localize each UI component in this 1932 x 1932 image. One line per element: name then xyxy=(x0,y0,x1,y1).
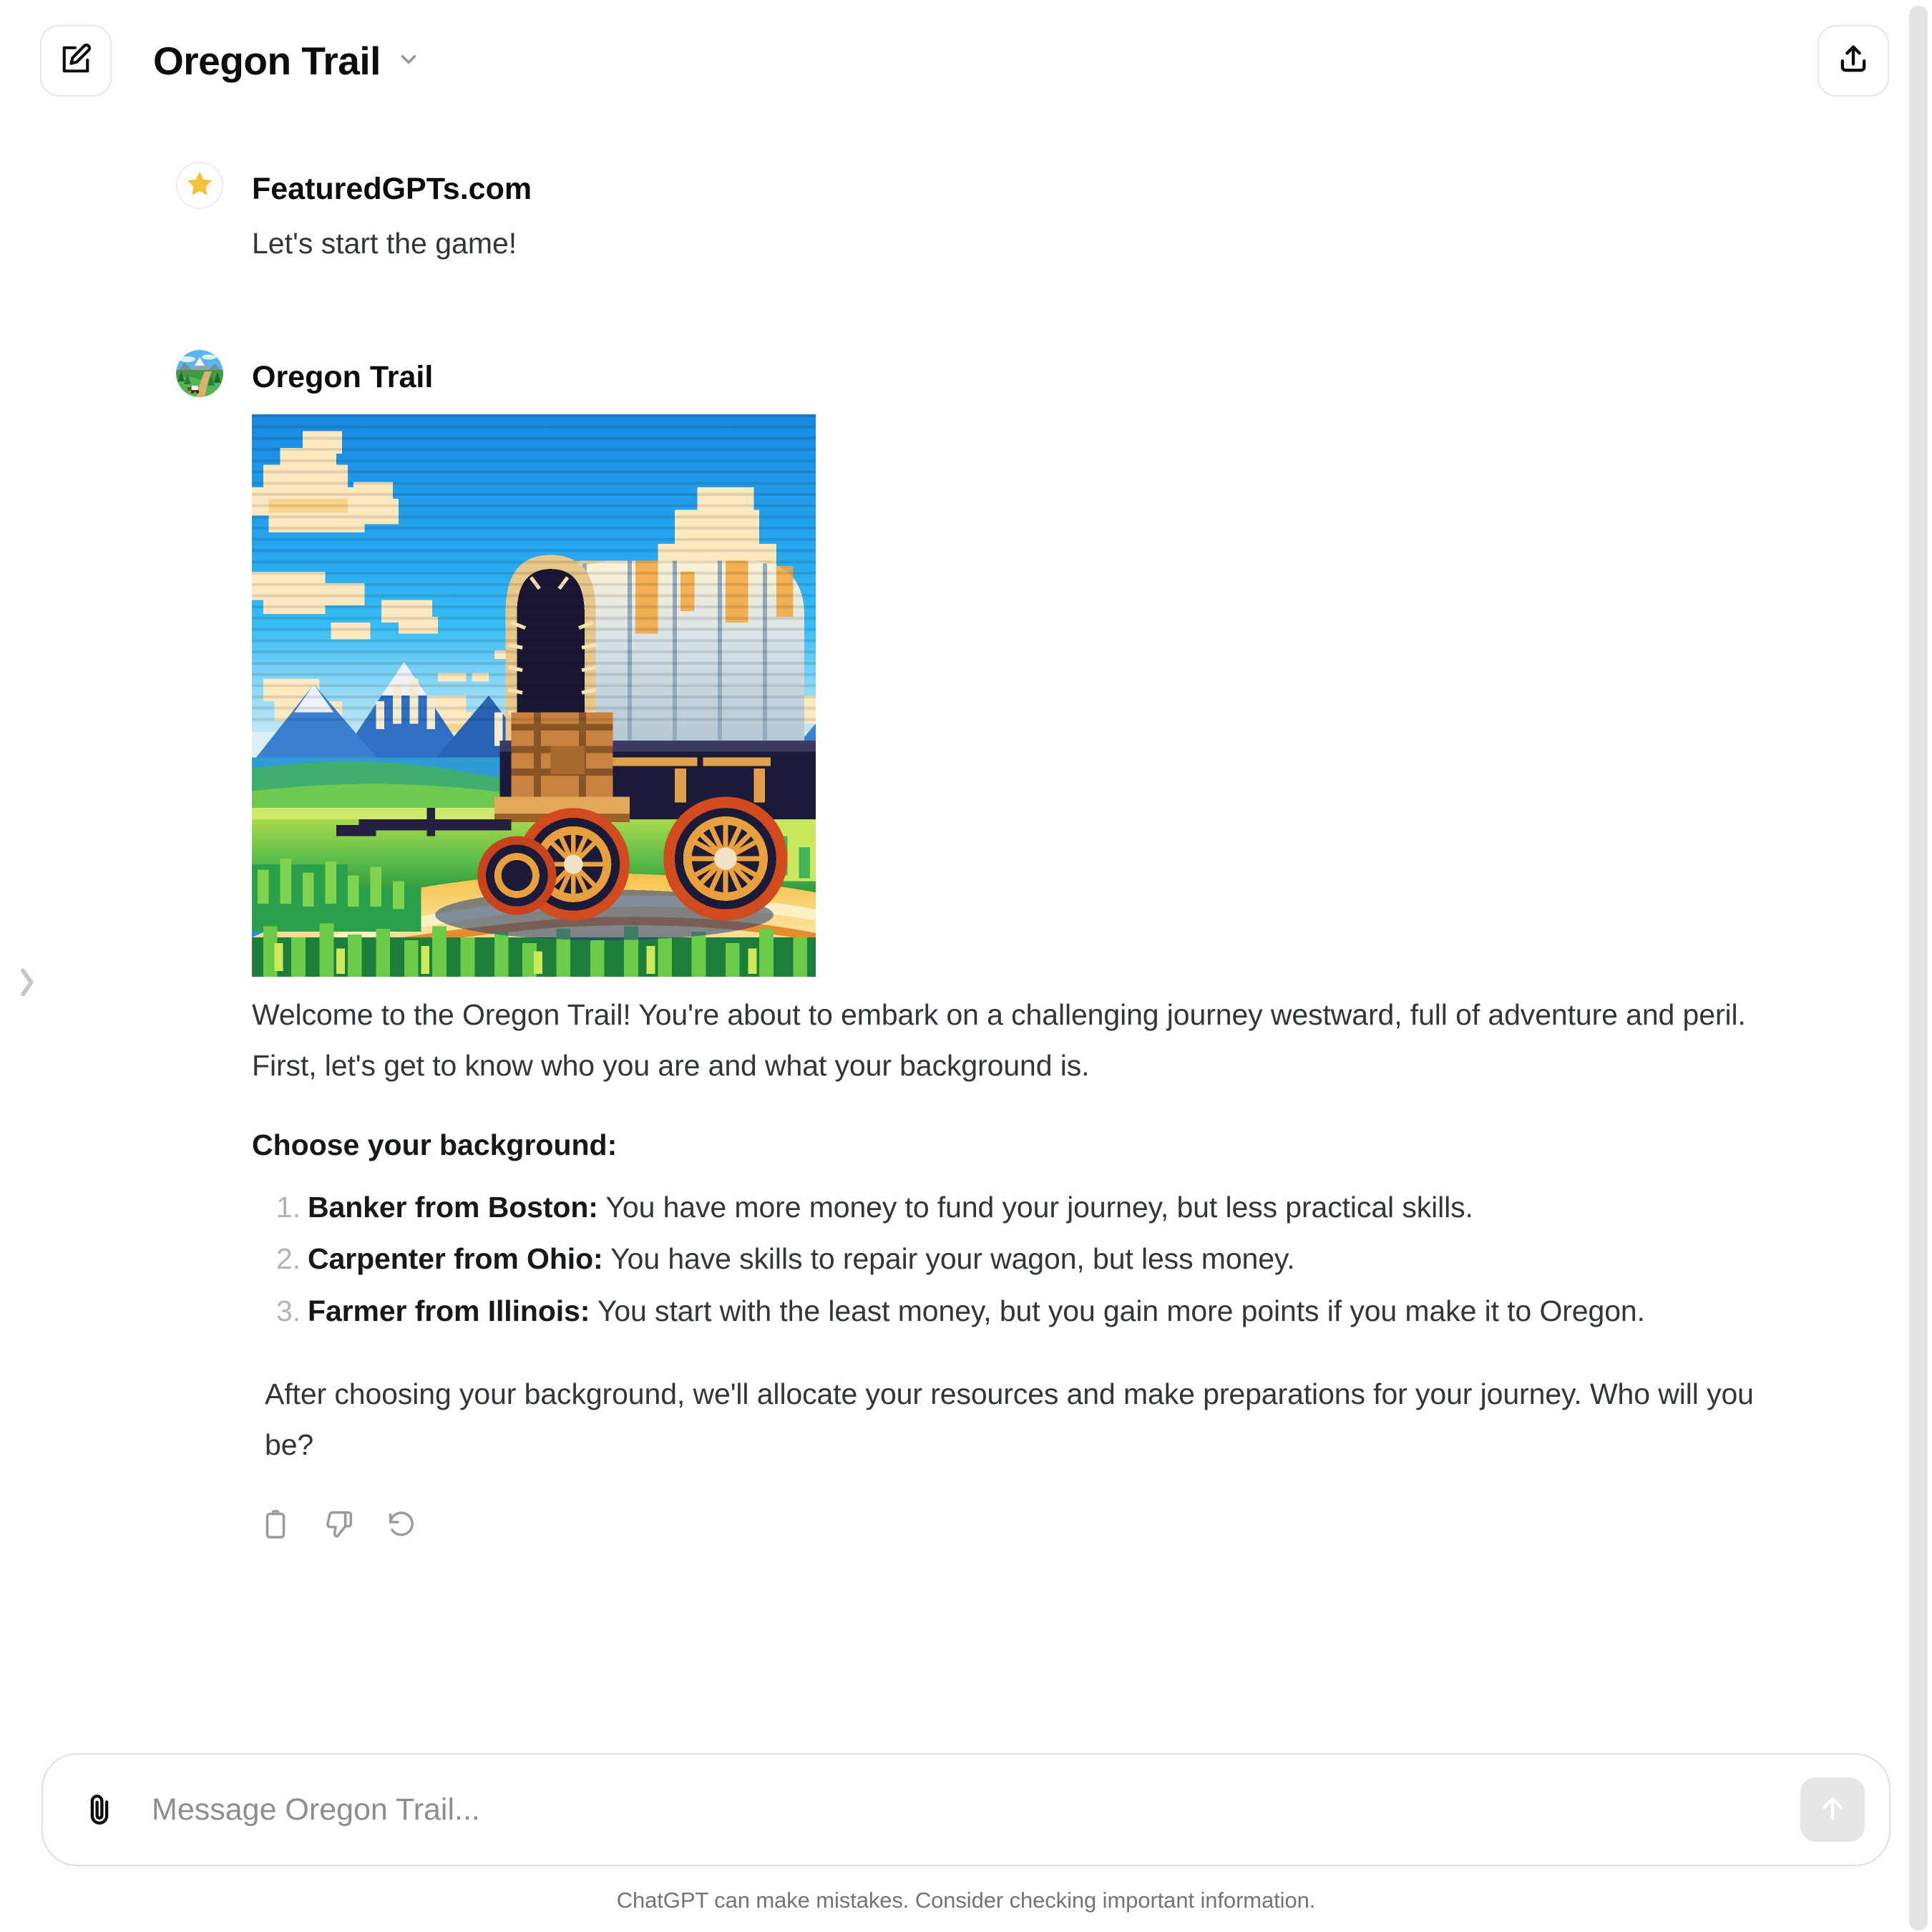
avatar xyxy=(176,350,223,398)
star-icon xyxy=(184,168,215,203)
paperclip-icon[interactable] xyxy=(72,1782,127,1838)
regenerate-icon[interactable] xyxy=(385,1508,418,1541)
thumbs-down-icon[interactable] xyxy=(322,1508,355,1541)
message-user: FeaturedGPTs.com Let's start the game! xyxy=(0,162,1932,264)
composer xyxy=(42,1753,1890,1866)
choose-background-heading: Choose your background: xyxy=(252,1128,618,1162)
generated-image[interactable] xyxy=(252,414,816,977)
message-header: FeaturedGPTs.com xyxy=(175,162,1846,216)
send-button[interactable] xyxy=(1800,1777,1865,1842)
list-item: Banker from Boston: You have more money … xyxy=(259,1182,1760,1233)
message-content: Welcome to the Oregon Trail! You're abou… xyxy=(252,414,1846,1470)
compose-pencil-icon xyxy=(57,41,94,82)
option-desc: You start with the least money, but you … xyxy=(590,1294,1645,1327)
option-title: Farmer from Illinois: xyxy=(308,1294,590,1327)
page-title: Oregon Trail xyxy=(153,39,381,83)
message-author: Oregon Trail xyxy=(252,359,434,394)
list-item: Carpenter from Ohio: You have skills to … xyxy=(259,1234,1760,1284)
message-input[interactable] xyxy=(127,1755,1800,1865)
new-chat-button[interactable] xyxy=(40,25,112,97)
disclaimer-text: ChatGPT can make mistakes. Consider chec… xyxy=(616,1888,1316,1913)
avatar xyxy=(176,162,223,209)
list-item: Farmer from Illinois: You start with the… xyxy=(259,1286,1760,1337)
message-author: FeaturedGPTs.com xyxy=(252,171,532,206)
sidebar-expand-handle[interactable] xyxy=(10,952,43,1016)
message-assistant: Oregon Trail Welcome to the Oregon Trail… xyxy=(0,350,1932,1549)
top-bar: Oregon Trail xyxy=(0,0,1932,122)
arrow-up-icon xyxy=(1815,1791,1850,1829)
option-title: Banker from Boston: xyxy=(308,1190,598,1224)
chevron-right-icon xyxy=(12,962,41,1007)
message-actions xyxy=(259,1500,1846,1550)
option-desc: You have skills to repair your wagon, bu… xyxy=(602,1242,1295,1276)
chevron-down-icon xyxy=(396,47,421,75)
chatgpt-window: Oregon Trail FeaturedGPTs.com Let's star… xyxy=(0,0,1932,1932)
user-message-text: Let's start the game! xyxy=(252,227,517,260)
assistant-paragraph-2: After choosing your background, we'll al… xyxy=(265,1377,1754,1461)
chat-title-dropdown[interactable]: Oregon Trail xyxy=(153,38,421,84)
copy-icon[interactable] xyxy=(259,1508,292,1541)
share-button[interactable] xyxy=(1818,25,1889,97)
vertical-scrollbar[interactable] xyxy=(1909,6,1928,1931)
message-header: Oregon Trail xyxy=(175,350,1846,404)
assistant-paragraph-1: Welcome to the Oregon Trail! You're abou… xyxy=(252,998,1746,1082)
message-content: Let's start the game! xyxy=(252,223,1846,264)
option-desc: You have more money to fund your journey… xyxy=(597,1190,1473,1224)
option-title: Carpenter from Ohio: xyxy=(308,1242,603,1276)
background-options-list: Banker from Boston: You have more money … xyxy=(252,1182,1760,1337)
conversation-thread: FeaturedGPTs.com Let's start the game! O… xyxy=(0,122,1932,1753)
composer-area: ChatGPT can make mistakes. Consider chec… xyxy=(0,1753,1932,1932)
share-upload-icon xyxy=(1835,41,1872,82)
